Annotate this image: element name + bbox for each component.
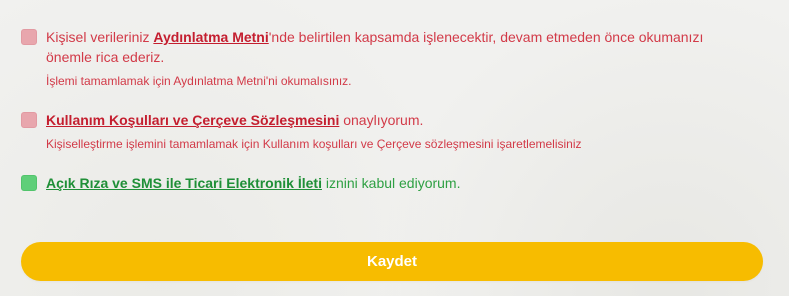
terms-error-message: Kişiselleştirme işlemini tamamlamak için…	[46, 137, 582, 151]
acik-riza-link[interactable]: Açık Rıza ve SMS ile Ticari Elektronik İ…	[46, 175, 322, 191]
terms-consent: Kullanım Koşulları ve Çerçeve Sözleşmesi…	[21, 110, 769, 155]
terms-checkbox[interactable]	[21, 112, 37, 128]
kvkk-prefix: Kişisel verileriniz	[46, 29, 154, 45]
marketing-checkbox[interactable]	[21, 175, 37, 191]
marketing-suffix: iznini kabul ediyorum.	[321, 175, 461, 191]
kvkk-consent: Kişisel verileriniz Aydınlatma Metni'nde…	[21, 27, 769, 97]
consent-form: Kişisel verileriniz Aydınlatma Metni'nde…	[0, 0, 789, 296]
terms-suffix: onaylıyorum.	[339, 112, 424, 128]
aydinlatma-metni-link[interactable]: Aydınlatma Metni	[153, 29, 268, 45]
marketing-label: Açık Rıza ve SMS ile Ticari Elektronik İ…	[46, 173, 769, 193]
kvkk-suffix-line1: 'nde belirtilen kapsamda işlenecektir, d…	[268, 29, 704, 45]
kvkk-suffix-line2: önemle rica ederiz.	[46, 49, 165, 65]
save-button[interactable]: Kaydet	[21, 242, 763, 281]
kvkk-checkbox[interactable]	[21, 29, 37, 45]
marketing-consent: Açık Rıza ve SMS ile Ticari Elektronik İ…	[21, 173, 769, 195]
kvkk-error-message: İşlemi tamamlamak için Aydınlatma Metni'…	[46, 74, 352, 88]
terms-label: Kullanım Koşulları ve Çerçeve Sözleşmesi…	[46, 110, 769, 130]
kvkk-label: Kişisel verileriniz Aydınlatma Metni'nde…	[46, 27, 769, 67]
kullanim-kosullari-link[interactable]: Kullanım Koşulları ve Çerçeve Sözleşmesi…	[46, 112, 339, 128]
